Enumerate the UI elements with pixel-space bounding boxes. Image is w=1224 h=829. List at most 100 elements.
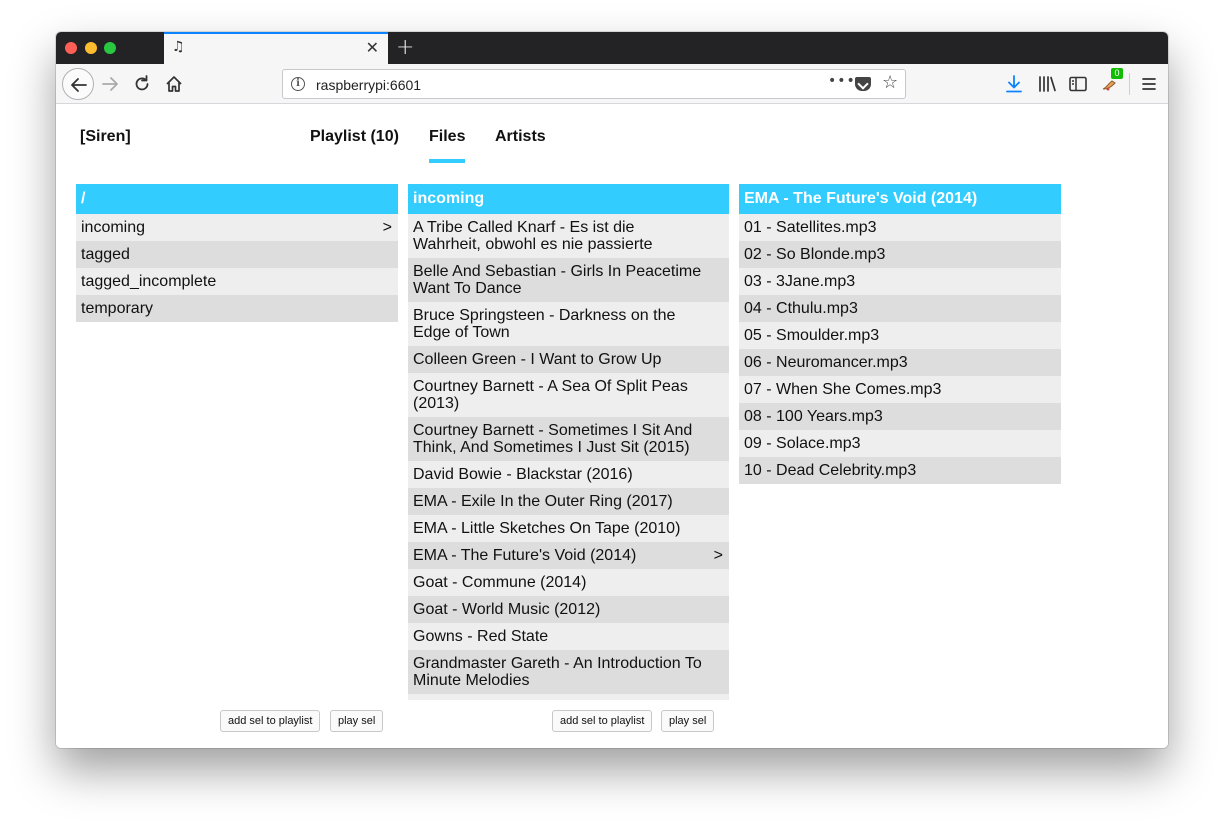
album-list[interactable]: A Tribe Called Knarf - Es ist die Wahrhe… xyxy=(408,214,729,700)
item-label: Courtney Barnett - A Sea Of Split Peas (… xyxy=(413,378,688,412)
list-item[interactable]: Goat - Commune (2014) xyxy=(408,569,729,596)
item-label: Gowns - Red State xyxy=(413,628,549,645)
item-label: 10 - Dead Celebrity.mp3 xyxy=(744,462,917,479)
track-list: 01 - Satellites.mp3 02 - So Blonde.mp3 0… xyxy=(739,214,1061,484)
item-label: EMA - Little Sketches On Tape (2010) xyxy=(413,520,681,537)
list-item[interactable]: 05 - Smoulder.mp3 xyxy=(739,322,1061,349)
play-selection-button[interactable]: play sel xyxy=(330,710,384,732)
item-label: David Bowie - Blackstar (2016) xyxy=(413,466,633,483)
tab-artists[interactable]: Artists xyxy=(495,128,546,146)
list-item[interactable]: 07 - When She Comes.mp3 xyxy=(739,376,1061,403)
forward-icon[interactable] xyxy=(100,74,120,94)
toolbar-separator xyxy=(1129,73,1130,95)
back-arrow-icon xyxy=(71,78,87,92)
site-info-icon[interactable]: i xyxy=(291,77,305,91)
item-label: Goat - Commune (2014) xyxy=(413,574,587,591)
list-item[interactable]: Courtney Barnett - A Sea Of Split Peas (… xyxy=(408,373,729,417)
pocket-icon[interactable] xyxy=(855,77,871,91)
item-label: 08 - 100 Years.mp3 xyxy=(744,408,883,425)
close-tab-icon[interactable]: ✕ xyxy=(366,38,379,57)
expand-arrow: > xyxy=(382,219,392,236)
list-item[interactable]: 09 - Solace.mp3 xyxy=(739,430,1061,457)
music-note-icon: ♫ xyxy=(172,39,185,55)
incoming-column: incoming A Tribe Called Knarf - Es ist d… xyxy=(408,184,729,700)
item-label: tagged xyxy=(81,246,130,263)
list-item[interactable]: 04 - Cthulu.mp3 xyxy=(739,295,1061,322)
column-header: EMA - The Future's Void (2014) xyxy=(739,184,1061,214)
list-item[interactable]: EMA - Little Sketches On Tape (2010) xyxy=(408,515,729,542)
library-icon[interactable] xyxy=(1036,73,1058,95)
list-item[interactable] xyxy=(408,694,729,700)
list-item[interactable]: David Bowie - Blackstar (2016) xyxy=(408,461,729,488)
list-item[interactable]: temporary xyxy=(76,295,398,322)
home-icon[interactable] xyxy=(164,74,184,94)
item-label: 03 - 3Jane.mp3 xyxy=(744,273,856,290)
minimize-window-button[interactable] xyxy=(85,42,97,54)
item-label: Belle And Sebastian - Girls In Peacetime… xyxy=(413,263,702,297)
url-bar[interactable]: i raspberrypi:6601 ••• ☆ xyxy=(282,69,906,99)
tab-strip: ♫ ✕ + xyxy=(56,32,1168,64)
close-window-button[interactable] xyxy=(65,42,77,54)
list-item[interactable]: 03 - 3Jane.mp3 xyxy=(739,268,1061,295)
list-item[interactable]: Gowns - Red State xyxy=(408,623,729,650)
list-item[interactable]: EMA - The Future's Void (2014) > xyxy=(408,542,729,569)
list-item[interactable]: A Tribe Called Knarf - Es ist die Wahrhe… xyxy=(408,214,729,258)
item-label: temporary xyxy=(81,300,154,317)
item-label: incoming xyxy=(81,219,146,236)
expand-arrow: > xyxy=(713,547,723,564)
list-item[interactable]: incoming > xyxy=(76,214,398,241)
list-item[interactable]: Belle And Sebastian - Girls In Peacetime… xyxy=(408,258,729,302)
item-label: Bruce Springsteen - Darkness on the Edge… xyxy=(413,307,676,341)
item-label: 05 - Smoulder.mp3 xyxy=(744,327,880,344)
list-item[interactable]: Colleen Green - I Want to Grow Up xyxy=(408,346,729,373)
menu-icon[interactable] xyxy=(1138,73,1160,95)
root-directory-column: / incoming > tagged tagged_incomplete tem… xyxy=(76,184,398,322)
browser-tab[interactable]: ♫ ✕ xyxy=(164,32,388,64)
item-label: 09 - Solace.mp3 xyxy=(744,435,861,452)
list-item[interactable]: EMA - Exile In the Outer Ring (2017) xyxy=(408,488,729,515)
item-label: tagged_incomplete xyxy=(81,273,217,290)
downloads-icon[interactable] xyxy=(1003,73,1025,95)
item-label: 07 - When She Comes.mp3 xyxy=(744,381,942,398)
list-item[interactable]: Grandmaster Gareth - An Introduction To … xyxy=(408,650,729,694)
item-label: Grandmaster Gareth - An Introduction To … xyxy=(413,655,702,689)
item-label: 01 - Satellites.mp3 xyxy=(744,219,877,236)
page-actions-icon[interactable]: ••• xyxy=(828,73,856,89)
navigation-toolbar: i raspberrypi:6601 ••• ☆ 0 xyxy=(56,64,1168,104)
column-header: incoming xyxy=(408,184,729,214)
url-text[interactable]: raspberrypi:6601 xyxy=(316,77,421,93)
add-selection-to-playlist-button[interactable]: add sel to playlist xyxy=(220,710,321,732)
list-item[interactable]: 01 - Satellites.mp3 xyxy=(739,214,1061,241)
reload-icon[interactable] xyxy=(132,74,152,94)
add-selection-to-playlist-button[interactable]: add sel to playlist xyxy=(552,710,653,732)
siren-page: [Siren] Playlist (10) Files Artists / in… xyxy=(56,104,1168,748)
item-label: 06 - Neuromancer.mp3 xyxy=(744,354,908,371)
extension-badge: 0 xyxy=(1111,68,1123,79)
zoom-window-button[interactable] xyxy=(104,42,116,54)
list-item[interactable]: tagged_incomplete xyxy=(76,268,398,295)
play-selection-button[interactable]: play sel xyxy=(661,710,715,732)
directory-list: incoming > tagged tagged_incomplete tempo… xyxy=(76,214,398,322)
tab-playlist[interactable]: Playlist (10) xyxy=(310,128,399,146)
column-header: / xyxy=(76,184,398,214)
list-item[interactable]: Goat - World Music (2012) xyxy=(408,596,729,623)
list-item[interactable]: 06 - Neuromancer.mp3 xyxy=(739,349,1061,376)
item-label: 02 - So Blonde.mp3 xyxy=(744,246,886,263)
list-item[interactable]: 08 - 100 Years.mp3 xyxy=(739,403,1061,430)
item-label: EMA - Exile In the Outer Ring (2017) xyxy=(413,493,673,510)
item-label: 04 - Cthulu.mp3 xyxy=(744,300,858,317)
item-label: Courtney Barnett - Sometimes I Sit And T… xyxy=(413,422,693,456)
new-tab-button[interactable]: + xyxy=(396,35,414,60)
list-item[interactable]: Courtney Barnett - Sometimes I Sit And T… xyxy=(408,417,729,461)
tab-files[interactable]: Files xyxy=(429,128,466,163)
list-item[interactable]: Bruce Springsteen - Darkness on the Edge… xyxy=(408,302,729,346)
sidebar-icon[interactable] xyxy=(1067,73,1089,95)
list-item[interactable]: 10 - Dead Celebrity.mp3 xyxy=(739,457,1061,484)
back-button[interactable] xyxy=(62,68,94,100)
list-item[interactable]: tagged xyxy=(76,241,398,268)
list-item[interactable]: 02 - So Blonde.mp3 xyxy=(739,241,1061,268)
item-label: EMA - The Future's Void (2014) xyxy=(413,547,637,564)
album-tracks-column: EMA - The Future's Void (2014) 01 - Sate… xyxy=(739,184,1061,484)
bookmark-star-icon[interactable]: ☆ xyxy=(882,72,898,93)
item-label: Goat - World Music (2012) xyxy=(413,601,601,618)
